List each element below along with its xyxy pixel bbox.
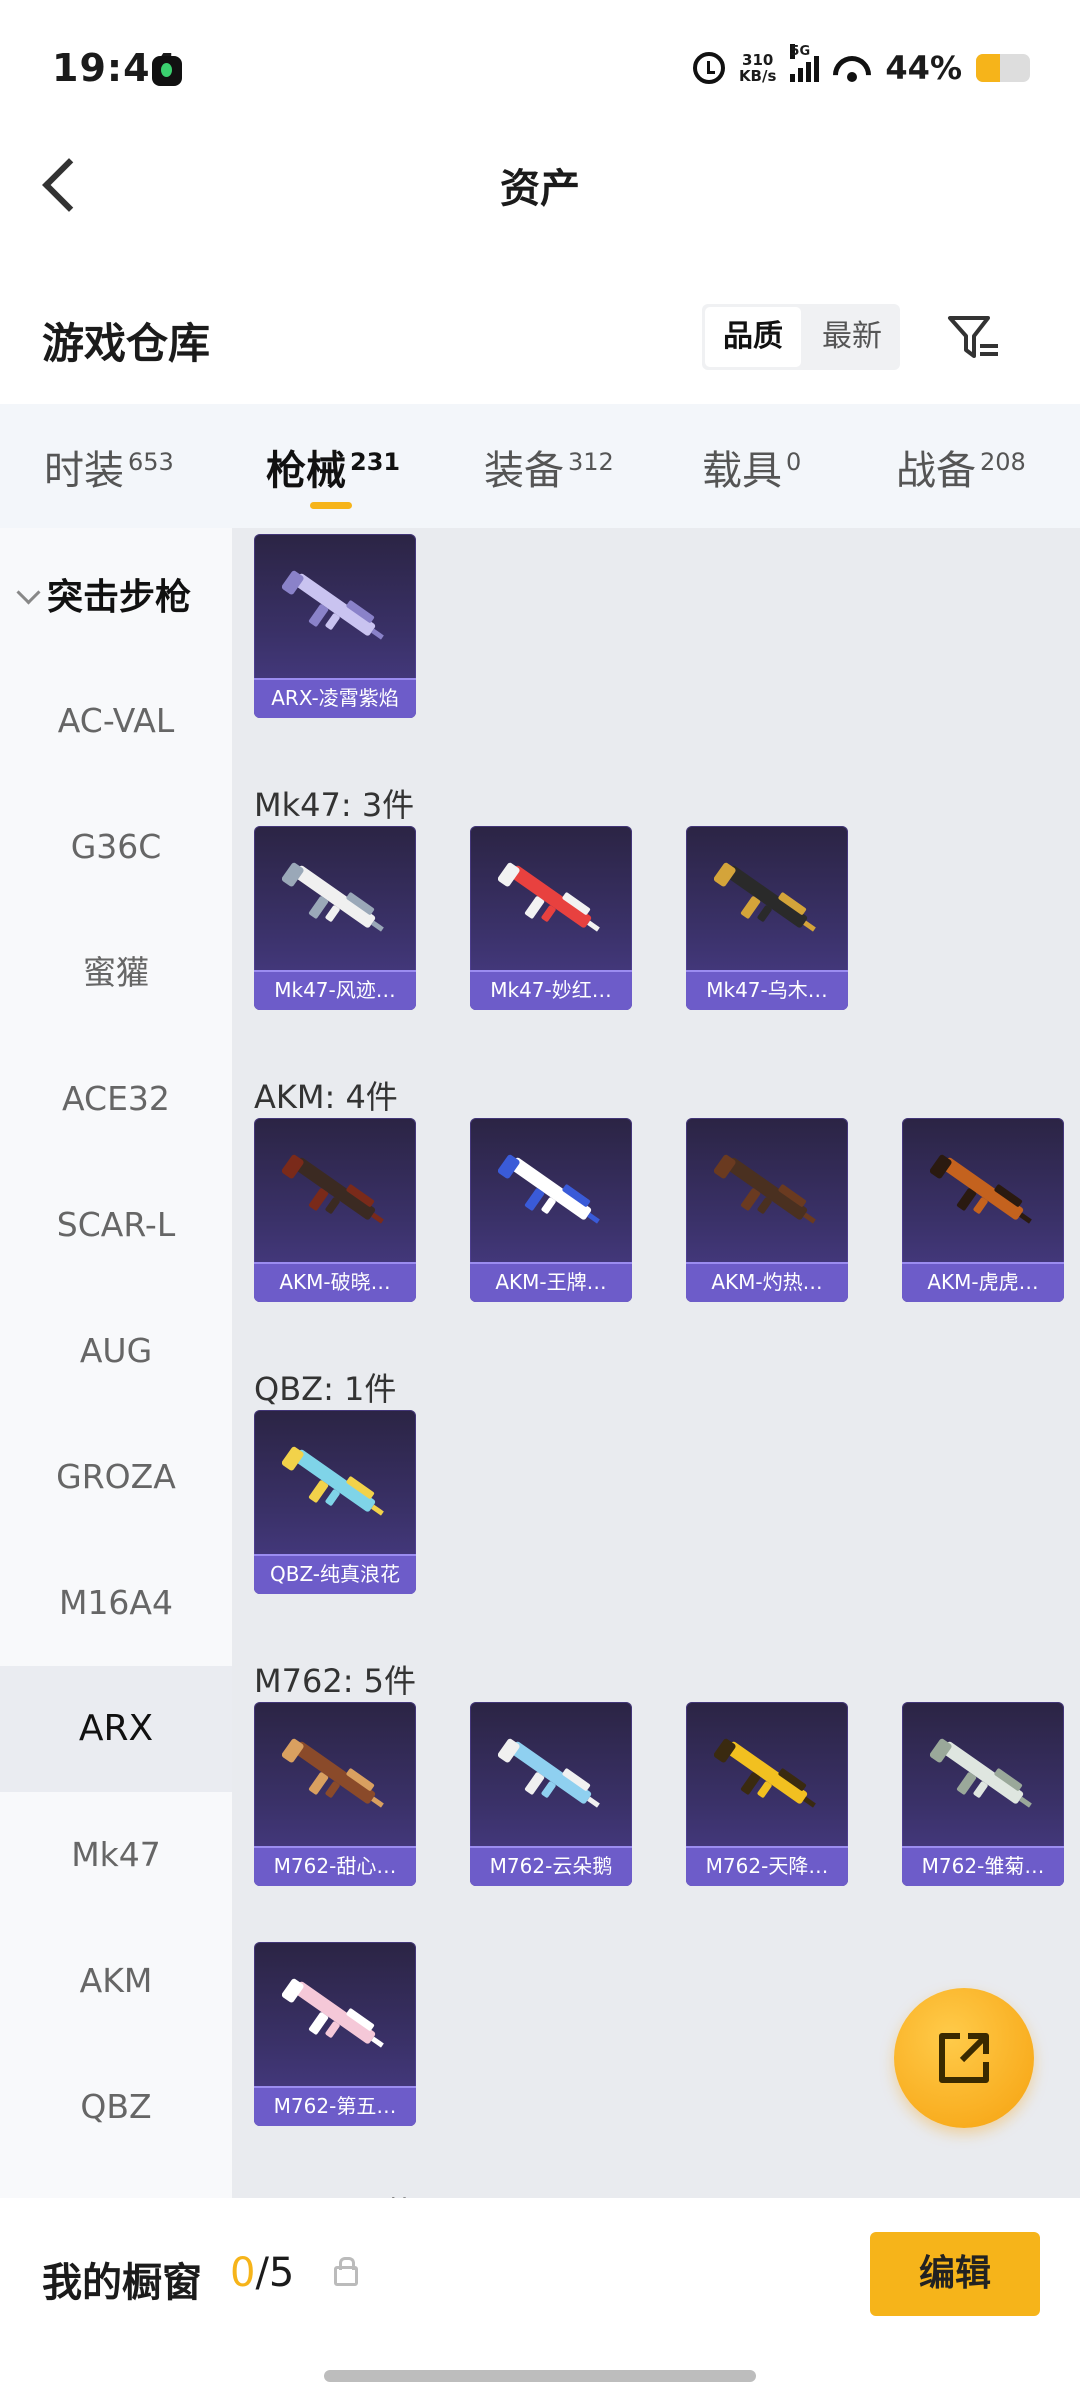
sidebar-item-ace32[interactable]: ACE32 bbox=[0, 1036, 232, 1162]
sort-toggle: 品质 最新 bbox=[702, 304, 900, 370]
rifle-icon bbox=[282, 1738, 384, 1808]
rifle-icon bbox=[282, 1154, 384, 1224]
weapon-card[interactable]: AKM-破晓… bbox=[254, 1118, 416, 1302]
tab-guns[interactable]: 枪械 231 bbox=[266, 438, 400, 509]
battery-icon bbox=[976, 54, 1030, 82]
showcase-count: 0/5 bbox=[230, 2250, 295, 2296]
weapon-card[interactable]: Mk47-妙红… bbox=[470, 826, 632, 1010]
status-bar: 19:44 310 KB/s 5G 44% bbox=[0, 0, 1080, 140]
battery-percent: 44% bbox=[885, 49, 962, 87]
sidebar-item-m16a4[interactable]: M16A4 bbox=[0, 1540, 232, 1666]
weapon-name: M762-天降… bbox=[686, 1846, 848, 1886]
active-tab-indicator bbox=[310, 502, 352, 509]
rifle-icon bbox=[498, 862, 600, 932]
weapon-card[interactable]: QBZ-纯真浪花 bbox=[254, 1410, 416, 1594]
group-title: Mk47: 3件 bbox=[254, 786, 415, 824]
rifle-icon bbox=[282, 862, 384, 932]
edit-button[interactable]: 编辑 bbox=[870, 2232, 1040, 2316]
weapon-card[interactable]: M762-第五… bbox=[254, 1942, 416, 2126]
weapon-card[interactable]: AKM-灼热… bbox=[686, 1118, 848, 1302]
tab-equipment[interactable]: 装备 312 bbox=[484, 438, 614, 496]
sidebar-item-groza[interactable]: GROZA bbox=[0, 1414, 232, 1540]
home-indicator bbox=[324, 2370, 756, 2382]
sort-newest-button[interactable]: 最新 bbox=[804, 304, 900, 370]
music-app-icon bbox=[152, 56, 182, 86]
showcase-bar: 我的橱窗 0/5 编辑 bbox=[0, 2198, 1080, 2400]
rifle-icon bbox=[282, 570, 384, 640]
weapon-card[interactable]: Mk47-乌木… bbox=[686, 826, 848, 1010]
rifle-icon bbox=[930, 1738, 1032, 1808]
rifle-icon bbox=[282, 1978, 384, 2048]
sidebar-group-assault-rifle[interactable]: 突击步枪 bbox=[16, 568, 191, 620]
weapon-card[interactable]: AKM-王牌… bbox=[470, 1118, 632, 1302]
weapon-name: M762-云朵鹅 bbox=[470, 1846, 632, 1886]
sidebar-item-蜜獾[interactable]: 蜜獾 bbox=[0, 910, 232, 1036]
weapon-sidebar: 突击步枪 AC-VAL G36C 蜜獾 ACE32 SCAR-L AUG GROZA M16A… bbox=[0, 528, 232, 2198]
cellular-signal-icon: 5G bbox=[790, 44, 820, 82]
weapon-card[interactable]: M762-雏菊… bbox=[902, 1702, 1064, 1886]
weapon-card[interactable]: ARX-凌霄紫焰 bbox=[254, 534, 416, 718]
sidebar-item-scar-l[interactable]: SCAR-L bbox=[0, 1162, 232, 1288]
sidebar-item-qbz[interactable]: QBZ bbox=[0, 2044, 232, 2170]
rifle-icon bbox=[714, 1738, 816, 1808]
sidebar-item-g36c[interactable]: G36C bbox=[0, 784, 232, 910]
weapon-name: ARX-凌霄紫焰 bbox=[254, 678, 416, 718]
weapon-name: Mk47-乌木… bbox=[686, 970, 848, 1010]
group-title: AKM: 4件 bbox=[254, 1078, 398, 1116]
weapon-card[interactable]: AKM-虎虎… bbox=[902, 1118, 1064, 1302]
weapon-card[interactable]: Mk47-风迹… bbox=[254, 826, 416, 1010]
weapon-card[interactable]: M762-甜心… bbox=[254, 1702, 416, 1886]
showcase-label: 我的橱窗 bbox=[42, 2260, 202, 2306]
page-title: 资产 bbox=[500, 166, 580, 212]
wifi-icon bbox=[833, 54, 871, 82]
weapon-name: QBZ-纯真浪花 bbox=[254, 1554, 416, 1594]
share-icon bbox=[939, 2033, 989, 2083]
filter-icon[interactable] bbox=[944, 312, 1004, 368]
group-title: M416: 4件 bbox=[254, 2188, 416, 2198]
weapon-name: AKM-灼热… bbox=[686, 1262, 848, 1302]
tab-vehicles[interactable]: 载具 0 bbox=[702, 438, 801, 496]
network-speed: 310 KB/s bbox=[738, 51, 777, 85]
sidebar-item-mk47[interactable]: Mk47 bbox=[0, 1792, 232, 1918]
rifle-icon bbox=[498, 1738, 600, 1808]
warehouse-title: 游戏仓库 bbox=[42, 319, 211, 368]
tab-fashion[interactable]: 时装 653 bbox=[44, 438, 174, 496]
weapon-card[interactable]: M762-云朵鹅 bbox=[470, 1702, 632, 1886]
chevron-down-icon bbox=[16, 580, 41, 605]
sort-quality-button[interactable]: 品质 bbox=[705, 307, 801, 367]
weapon-name: M762-雏菊… bbox=[902, 1846, 1064, 1886]
weapon-name: M762-第五… bbox=[254, 2086, 416, 2126]
rifle-icon bbox=[930, 1154, 1032, 1224]
share-button[interactable] bbox=[894, 1988, 1034, 2128]
weapon-name: AKM-王牌… bbox=[470, 1262, 632, 1302]
weapon-card[interactable]: M762-天降… bbox=[686, 1702, 848, 1886]
rifle-icon bbox=[714, 862, 816, 932]
weapon-name: AKM-破晓… bbox=[254, 1262, 416, 1302]
weapon-name: Mk47-风迹… bbox=[254, 970, 416, 1010]
sidebar-item-arx[interactable]: ARX bbox=[0, 1666, 232, 1792]
weapon-name: M762-甜心… bbox=[254, 1846, 416, 1886]
sidebar-item-ac-val[interactable]: AC-VAL bbox=[0, 658, 232, 784]
sidebar-item-aug[interactable]: AUG bbox=[0, 1288, 232, 1414]
rifle-icon bbox=[282, 1446, 384, 1516]
weapon-name: Mk47-妙红… bbox=[470, 970, 632, 1010]
rifle-icon bbox=[498, 1154, 600, 1224]
category-tabs: 时装 653 枪械 231 装备 312 载具 0 战备 208 bbox=[0, 404, 1080, 528]
weapon-name: AKM-虎虎… bbox=[902, 1262, 1064, 1302]
alarm-icon bbox=[692, 52, 725, 84]
sidebar-item-akm[interactable]: AKM bbox=[0, 1918, 232, 2044]
group-title: QBZ: 1件 bbox=[254, 1370, 397, 1408]
group-title: M762: 5件 bbox=[254, 1662, 417, 1700]
rifle-icon bbox=[714, 1154, 816, 1224]
lock-icon bbox=[334, 2257, 358, 2286]
weapon-grid: ARX-凌霄紫焰 Mk47: 3件 Mk47-风迹… Mk47-妙红… Mk47-乌木…… bbox=[232, 528, 1080, 2198]
tab-supplies[interactable]: 战备 208 bbox=[896, 438, 1026, 496]
